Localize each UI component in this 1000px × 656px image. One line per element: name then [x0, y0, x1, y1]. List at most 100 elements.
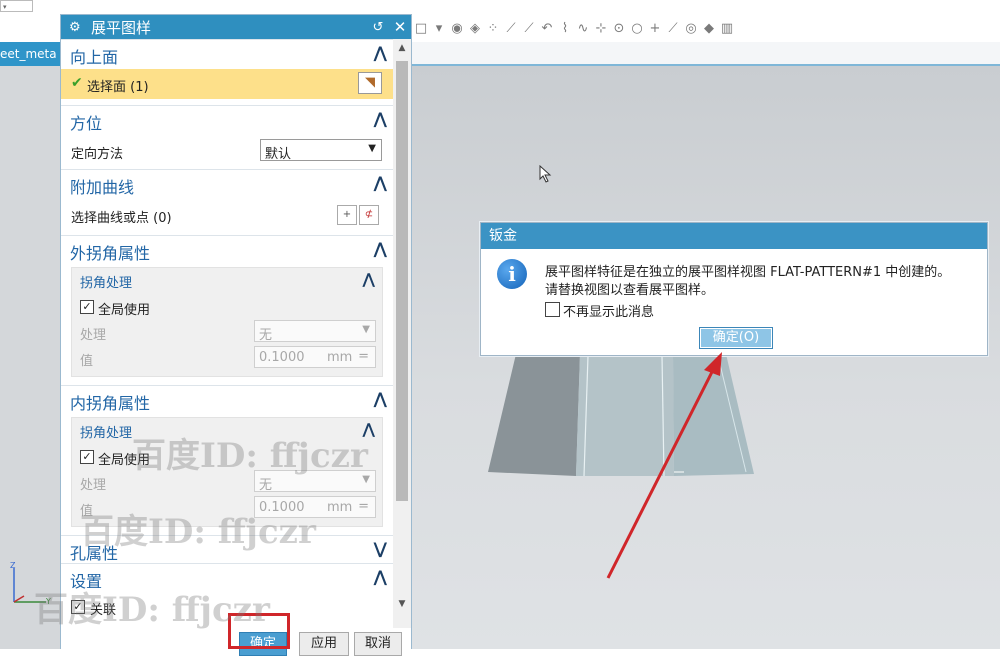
scroll-thumb[interactable]: [396, 61, 408, 501]
group-label: 内拐角属性: [70, 394, 151, 413]
checkmark-icon: ✔: [71, 75, 83, 91]
toolbar-icon[interactable]: ⟋: [666, 21, 680, 36]
chevron-down-icon: ▼: [362, 324, 370, 335]
toolbar-icon[interactable]: ▥: [720, 21, 734, 36]
group-label: 外拐角属性: [70, 244, 151, 263]
associative-row: ✓ 关联: [61, 593, 393, 621]
associative-checkbox[interactable]: ✓: [71, 600, 85, 614]
sheet-metal-message-box: 钣金 i 展平图样特征是在独立的展平图样视图 FLAT-PATTERN#1 中创…: [480, 222, 988, 356]
dialog-title: 展平图样: [91, 18, 152, 37]
curve-select-icon[interactable]: ⊄: [359, 205, 379, 225]
sheet-metal-part[interactable]: [488, 354, 756, 484]
group-settings[interactable]: 设置 ⋀: [61, 563, 393, 594]
scroll-down-icon[interactable]: ▼: [393, 599, 411, 609]
gear-icon[interactable]: ⚙: [69, 20, 87, 35]
equals-icon[interactable]: =: [358, 499, 369, 514]
treatment-select[interactable]: 无 ▼: [254, 470, 376, 493]
toolbar-icon[interactable]: ∿: [576, 21, 590, 36]
group-hole-props[interactable]: 孔属性 ⋁: [61, 535, 393, 566]
toolbar-icon[interactable]: ⟋: [504, 21, 518, 36]
toolbar-icon[interactable]: ⊹: [594, 21, 608, 36]
group-extra-curves[interactable]: 附加曲线 ⋀: [61, 169, 393, 200]
select-face-row[interactable]: ✔ 选择面 (1) ◥: [61, 69, 393, 99]
scroll-up-icon[interactable]: ▲: [393, 43, 411, 53]
dropdown-value: 无: [259, 328, 273, 343]
apply-button[interactable]: 应用: [299, 632, 349, 656]
chevron-down-icon: ▼: [362, 474, 370, 485]
message-line-1: 展平图样特征是在独立的展平图样视图 FLAT-PATTERN#1 中创建的。: [545, 265, 951, 280]
face-select-icon[interactable]: ◥: [358, 72, 382, 94]
select-curves-label: 选择曲线或点 (0): [71, 211, 172, 226]
orientation-method-label: 定向方法: [71, 147, 124, 162]
close-icon[interactable]: ✕: [389, 18, 411, 36]
message-ok-button[interactable]: 确定(O): [699, 327, 773, 349]
subgroup-title: 拐角处理: [80, 276, 133, 291]
subgroup-title: 拐角处理: [80, 426, 133, 441]
mini-dropdown[interactable]: ▾: [0, 0, 33, 12]
point-dialog-icon[interactable]: +: [337, 205, 357, 225]
chevron-up-icon[interactable]: ⋀: [374, 567, 387, 586]
toolbar-icon[interactable]: ◎: [684, 21, 698, 36]
inner-corner-subgroup: 拐角处理 ⋀ ✓ 全局使用 处理 无 ▼ 值 0.1000 mm =: [71, 417, 383, 527]
orientation-method-select[interactable]: 默认 ▼: [260, 139, 382, 162]
chevron-up-icon[interactable]: ⋀: [374, 239, 387, 258]
group-orientation[interactable]: 方位 ⋀: [61, 105, 393, 136]
tab-strip: [412, 42, 1000, 66]
toolbar-icon[interactable]: ◈: [468, 21, 482, 36]
global-use-checkbox[interactable]: ✓: [80, 450, 94, 464]
orientation-method-row: 定向方法 默认 ▼: [61, 137, 393, 165]
treatment-select[interactable]: 无 ▼: [254, 320, 376, 343]
tab-label: eet_meta: [0, 47, 57, 61]
flat-pattern-dialog: ⚙ 展平图样 ↺ ✕ 向上面 ⋀ ✔ 选择面 (1) ◥ 方位 ⋀ 定向方法 默…: [60, 14, 412, 656]
select-face-label: 选择面 (1): [87, 80, 149, 95]
message-line-2: 请替换视图以查看展平图样。: [545, 283, 715, 298]
group-inner-corner[interactable]: 内拐角属性 ⋀: [61, 385, 393, 416]
chevron-down-icon[interactable]: ⋁: [374, 539, 387, 558]
chevron-up-icon[interactable]: ⋀: [362, 270, 375, 288]
value-unit: mm: [327, 350, 353, 365]
chevron-down-icon: ▼: [368, 143, 376, 154]
chevron-up-icon[interactable]: ⋀: [374, 109, 387, 128]
toolbar-icon[interactable]: ○: [630, 21, 644, 36]
toolbar-icons: □ ▾ ◉ ◈ ⁘ ⟋ ⟋ ↶ ⌇ ∿ ⊹ ⊙ ○ + ⟋ ◎ ◆ ▥: [414, 18, 734, 38]
chevron-up-icon[interactable]: ⋀: [374, 173, 387, 192]
corner-value-field[interactable]: 0.1000 mm =: [254, 496, 376, 518]
toolbar-icon[interactable]: +: [648, 21, 662, 36]
message-title[interactable]: 钣金: [481, 223, 987, 249]
dont-show-again-checkbox[interactable]: [545, 302, 560, 317]
annotation-highlight-box: [228, 613, 290, 649]
toolbar-icon[interactable]: ◆: [702, 21, 716, 36]
group-upward-face[interactable]: 向上面 ⋀: [61, 39, 393, 70]
info-icon: i: [497, 259, 527, 289]
chevron-up-icon[interactable]: ⋀: [374, 43, 387, 62]
dialog-scrollbar[interactable]: ▲ ▼: [393, 39, 411, 628]
svg-text:Z: Z: [10, 561, 16, 570]
toolbar-icon[interactable]: ⟋: [522, 21, 536, 36]
global-use-checkbox[interactable]: ✓: [80, 300, 94, 314]
toolbar-icon[interactable]: ⁘: [486, 21, 500, 36]
dialog-body: 向上面 ⋀ ✔ 选择面 (1) ◥ 方位 ⋀ 定向方法 默认 ▼ 附加曲线 ⋀ …: [61, 39, 393, 628]
toolbar-icon[interactable]: ⊙: [612, 21, 626, 36]
value-label: 值: [80, 354, 94, 369]
toolbar-icon[interactable]: ▾: [432, 21, 446, 36]
coordinate-triad-icon: Z Y: [10, 561, 51, 606]
toolbar-icon[interactable]: ◉: [450, 21, 464, 36]
group-outer-corner[interactable]: 外拐角属性 ⋀: [61, 235, 393, 266]
associative-label: 关联: [90, 603, 117, 618]
chevron-up-icon[interactable]: ⋀: [374, 389, 387, 408]
toolbar-icon[interactable]: ⌇: [558, 21, 572, 36]
dropdown-value: 默认: [265, 147, 292, 162]
chevron-up-icon[interactable]: ⋀: [362, 420, 375, 438]
tab-sheet-metal[interactable]: eet_meta: [0, 42, 60, 66]
dialog-title-bar[interactable]: ⚙ 展平图样 ↺ ✕: [61, 15, 411, 39]
global-use-label: 全局使用: [98, 303, 151, 318]
toolbar-icon[interactable]: ↶: [540, 21, 554, 36]
corner-value-field[interactable]: 0.1000 mm =: [254, 346, 376, 368]
reset-icon[interactable]: ↺: [367, 20, 389, 35]
toolbar-icon[interactable]: □: [414, 21, 428, 36]
select-curves-row: 选择曲线或点 (0) + ⊄: [61, 201, 393, 229]
cancel-button[interactable]: 取消: [354, 632, 402, 656]
mouse-cursor-icon: [539, 165, 552, 183]
equals-icon[interactable]: =: [358, 349, 369, 364]
outer-corner-subgroup: 拐角处理 ⋀ ✓ 全局使用 处理 无 ▼ 值 0.1000 mm =: [71, 267, 383, 377]
